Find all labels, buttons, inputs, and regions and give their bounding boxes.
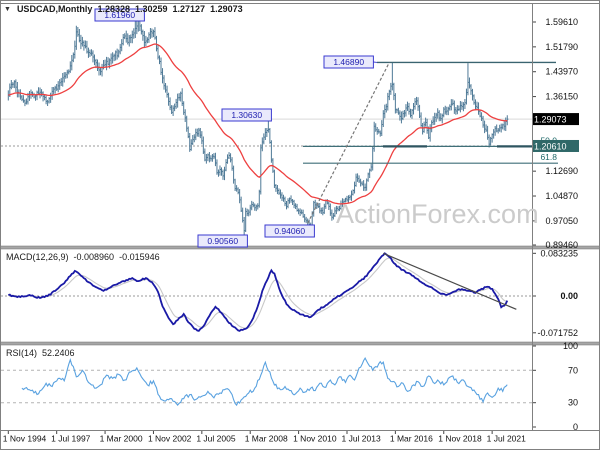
ohlc-close-value: 1.29073	[210, 4, 243, 14]
time-axis-tick-label: 1 Mar 2008	[245, 434, 288, 444]
time-axis-tick-label: 1 Jul 2021	[487, 434, 526, 444]
rsi-axis-tick-label: 30	[568, 398, 578, 408]
ohlc-open-value: 1.28328	[97, 4, 130, 14]
main-axis-tick-label: 1.51790	[545, 42, 578, 52]
time-axis-tick-label: 1 Jul 2013	[341, 434, 380, 444]
macd-axis-tick-label: 0.083235	[540, 248, 578, 258]
symbol-timeframe-title: USDCAD,Monthly	[17, 4, 93, 14]
time-axis-tick-label: 1 Mar 2000	[100, 434, 143, 444]
ohlc-low-value: 1.27127	[173, 4, 206, 14]
rsi-indicator-label: RSI(14) 52.2406	[6, 348, 75, 358]
macd-main-value: -0.008960	[74, 252, 115, 262]
rsi-axis-tick-label: 70	[568, 365, 578, 375]
price-box-text: 1.20610	[534, 141, 567, 151]
main-axis-tick-label: 1.12690	[545, 166, 578, 176]
rsi-name: RSI(14)	[6, 348, 37, 358]
price-box-text: 1.29073	[534, 115, 567, 125]
ohlc-high-value: 1.30259	[135, 4, 168, 14]
main-axis-tick-label: 1.36150	[545, 92, 578, 102]
main-axis-tick-label: 1.43970	[545, 67, 578, 77]
price-label-text: 0.90560	[207, 236, 238, 246]
time-axis-tick-label: 1 Jul 2005	[196, 434, 235, 444]
time-axis-tick-label: 1 Nov 2018	[438, 434, 482, 444]
main-axis-tick-label: 1.59610	[545, 17, 578, 27]
time-axis-tick-label: 1 Nov 2002	[148, 434, 192, 444]
watermark: ActionForex.com	[336, 199, 539, 230]
rsi-value: 52.2406	[42, 348, 75, 358]
time-axis-tick-label: 1 Nov 2010	[293, 434, 337, 444]
rsi-axis-tick-label: 100	[563, 341, 578, 351]
price-label-text: 1.30630	[231, 110, 262, 120]
price-label-text: 1.46890	[333, 57, 364, 67]
fib-level-label: 61.8	[540, 152, 557, 162]
macd-signal-value: -0.015946	[119, 252, 160, 262]
main-axis-tick-label: 1.04870	[545, 191, 578, 201]
macd-axis-tick-label: -0.071752	[537, 328, 578, 338]
mt4-chart-window: 50.061.81.619601.468901.306300.940600.90…	[0, 0, 600, 450]
time-axis-tick-label: 1 Nov 1994	[3, 434, 47, 444]
time-axis-tick-label: 1 Mar 2016	[390, 434, 433, 444]
macd-axis-tick-label: 0.00	[560, 291, 578, 301]
macd-name: MACD(12,26,9)	[6, 252, 69, 262]
time-axis-tick-label: 1 Jul 1997	[51, 434, 90, 444]
symbol-header: ▼ USDCAD,Monthly 1.28328 1.30259 1.27127…	[4, 4, 243, 14]
macd-indicator-label: MACD(12,26,9) -0.008960 -0.015946	[6, 252, 160, 262]
chart-menu-arrow-icon[interactable]: ▼	[4, 6, 11, 13]
main-axis-tick-label: 0.97050	[545, 216, 578, 226]
price-label-text: 0.94060	[274, 226, 305, 236]
